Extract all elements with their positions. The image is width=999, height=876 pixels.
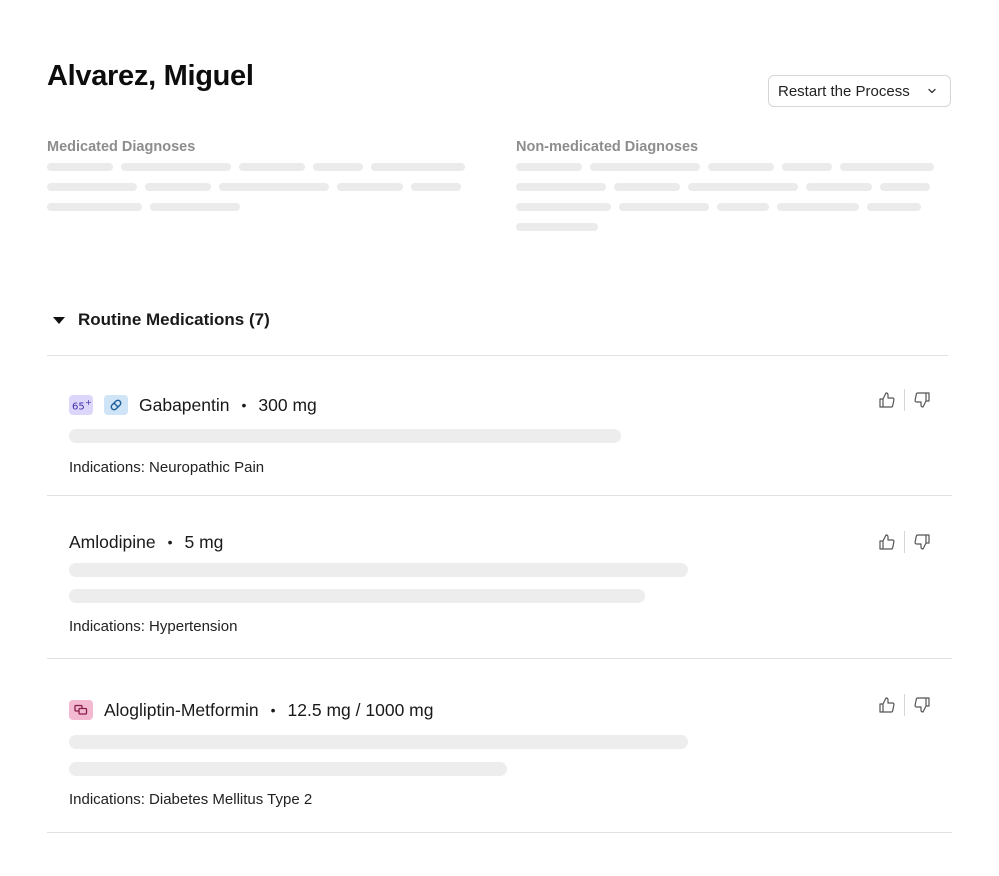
skeleton-row [516,223,936,231]
feedback-separator [904,531,905,553]
thumbs-up-icon[interactable] [877,695,897,715]
medication-indications: Indications: Hypertension [69,618,238,635]
medication-name: Gabapentin [139,394,230,415]
medication-dose: 12.5 mg / 1000 mg [287,699,434,720]
medication-indications: Indications: Neuropathic Pain [69,459,265,476]
skeleton-line [69,563,688,577]
medication-header: 65 + Gabapentin • 300 mg [69,393,317,417]
pill-icon [104,395,128,415]
separator-dot: • [270,702,276,718]
medication-dose: 300 mg [258,394,317,415]
medication-card-alogliptin-metformin: Alogliptin-Metformin • 12.5 mg / 1000 mg… [47,659,952,832]
chevron-down-icon [928,88,936,94]
age-65-plus-icon: 65 + [69,395,93,415]
non-medicated-diagnoses-section: Non-medicated Diagnoses [516,139,936,243]
thumbs-down-icon[interactable] [912,390,932,410]
feedback-separator [904,389,905,411]
medication-name: Alogliptin-Metformin [104,699,259,720]
thumbs-up-icon[interactable] [877,390,897,410]
thumbs-down-icon[interactable] [912,695,932,715]
patient-name: Alvarez, Miguel [47,60,254,92]
routine-medications-title: Routine Medications (7) [78,310,270,329]
medication-card-amlodipine: Amlodipine • 5 mg Indications: Hypertens… [47,496,952,658]
skeleton-row [47,203,467,211]
medication-name: Amlodipine [69,531,156,552]
medicated-diagnoses-heading: Medicated Diagnoses [47,139,196,155]
thumbs-up-icon[interactable] [877,532,897,552]
skeleton-line [69,762,507,776]
skeleton-row [516,163,936,171]
medication-dose: 5 mg [184,531,224,552]
separator-dot: • [167,534,173,550]
separator-dot: • [241,397,247,413]
routine-medications-toggle[interactable]: Routine Medications (7) [47,306,270,334]
thumbs-down-icon[interactable] [912,532,932,552]
combination-icon [69,700,93,720]
feedback-controls [877,694,932,716]
feedback-controls [877,531,932,553]
medication-header: Amlodipine • 5 mg [69,530,223,554]
medication-card-gabapentin: 65 + Gabapentin • 300 mg Indications: Ne… [47,356,952,496]
medication-indications: Indications: Diabetes Mellitus Type 2 [69,791,313,808]
svg-text:65: 65 [72,402,85,413]
skeleton-line [69,589,645,603]
medication-divider [47,832,952,833]
non-medicated-diagnoses-heading: Non-medicated Diagnoses [516,139,699,155]
svg-text:+: + [85,398,91,407]
caret-down-icon [53,317,65,324]
restart-process-button[interactable]: Restart the Process [768,75,951,107]
medicated-diagnoses-section: Medicated Diagnoses [47,139,467,223]
skeleton-row [47,183,467,191]
skeleton-line [69,735,688,749]
feedback-separator [904,694,905,716]
skeleton-row [516,183,936,191]
medication-header: Alogliptin-Metformin • 12.5 mg / 1000 mg [69,698,433,722]
feedback-controls [877,389,932,411]
skeleton-row [47,163,467,171]
restart-process-label: Restart the Process [778,82,910,100]
skeleton-line [69,429,621,443]
skeleton-row [516,203,936,211]
